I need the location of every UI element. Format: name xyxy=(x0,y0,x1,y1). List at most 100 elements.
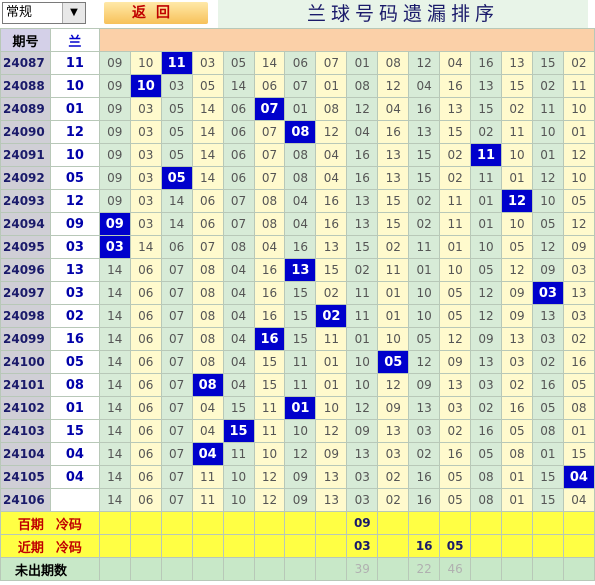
omission-cell: 14 xyxy=(98,465,131,489)
omission-cell: 05 xyxy=(501,235,533,259)
omission-cell: 12 xyxy=(377,373,410,397)
omission-cell: 09 xyxy=(408,373,441,397)
table-row: 24094 09 09 03 14 06 07 08 04 16 13 15 02 11 01 10 05 12 xyxy=(0,212,595,236)
omission-cell: 13 xyxy=(346,189,379,213)
omission-cell: 16 xyxy=(253,258,286,282)
omission-cell: 13 xyxy=(531,304,564,328)
blue-number: 12 xyxy=(49,189,100,213)
omission-cell: 01 xyxy=(346,51,379,75)
unshown-value xyxy=(222,557,255,581)
omission-cell: 08 xyxy=(191,350,224,374)
omission-cell: 15 xyxy=(315,258,348,282)
omission-cell: 09 xyxy=(98,189,131,213)
omission-cell: 03 xyxy=(439,396,472,420)
omission-cell: 11 xyxy=(191,488,224,512)
omission-cell: 14 xyxy=(98,304,131,328)
omission-cell: 16 xyxy=(470,419,503,443)
omission-cell: 06 xyxy=(129,488,162,512)
blue-number: 04 xyxy=(49,465,100,489)
omission-cell: 09 xyxy=(346,419,379,443)
table-row: 24097 03 14 06 07 08 04 16 15 02 11 01 10 05 12 09 03 13 xyxy=(0,281,595,305)
omission-cell: 08 xyxy=(377,51,410,75)
omission-cell: 13 xyxy=(315,488,348,512)
omission-cell: 12 xyxy=(562,143,595,167)
omission-cell: 04 xyxy=(377,97,410,121)
unshown-value: 39 xyxy=(346,557,379,581)
omission-cell: 09 xyxy=(315,442,348,466)
unshown-value xyxy=(531,557,564,581)
recent-cold-row-value xyxy=(129,534,162,558)
omission-cell: 14 xyxy=(191,120,224,144)
omission-cell: 04 xyxy=(315,143,348,167)
omission-cell: 16 xyxy=(439,442,472,466)
omission-cell: 09 xyxy=(284,488,317,512)
hit-cell: 10 xyxy=(129,74,162,98)
omission-cell: 08 xyxy=(253,212,286,236)
hundred-cold-row-value xyxy=(439,511,472,535)
omission-cell: 01 xyxy=(562,120,595,144)
omission-cell: 08 xyxy=(531,419,564,443)
issue-number: 24103 xyxy=(0,419,51,443)
omission-cell: 11 xyxy=(284,350,317,374)
omission-cell: 02 xyxy=(470,120,503,144)
omission-cell: 03 xyxy=(531,327,564,351)
omission-cell: 07 xyxy=(253,166,286,190)
hit-cell: 12 xyxy=(501,189,533,213)
omission-cell: 04 xyxy=(222,304,255,328)
omission-cell: 03 xyxy=(346,488,379,512)
omission-cell: 12 xyxy=(346,396,379,420)
unshown-value xyxy=(377,557,410,581)
chevron-down-icon[interactable]: ▼ xyxy=(62,3,85,23)
blue-number: 12 xyxy=(49,120,100,144)
hit-cell: 16 xyxy=(253,327,286,351)
omission-cell: 11 xyxy=(346,304,379,328)
back-button[interactable]: 返回 xyxy=(104,2,208,24)
omission-cell: 02 xyxy=(439,419,472,443)
omission-cell: 01 xyxy=(377,281,410,305)
omission-cell: 03 xyxy=(562,304,595,328)
hit-cell: 08 xyxy=(284,120,317,144)
omission-cell: 13 xyxy=(501,51,533,75)
mode-select[interactable]: 常规 ▼ xyxy=(2,2,86,24)
omission-cell: 16 xyxy=(439,74,472,98)
hundred-cold-row-value xyxy=(377,511,410,535)
omission-cell: 09 xyxy=(98,166,131,190)
recent-cold-row-value xyxy=(253,534,286,558)
omission-cell: 10 xyxy=(470,235,503,259)
hit-cell: 01 xyxy=(284,396,317,420)
omission-cell: 11 xyxy=(501,120,533,144)
omission-cell: 03 xyxy=(191,51,224,75)
blue-number: 05 xyxy=(49,350,100,374)
omission-cell: 16 xyxy=(408,488,441,512)
unshown-value xyxy=(160,557,193,581)
omission-cell: 04 xyxy=(315,166,348,190)
omission-cell: 01 xyxy=(531,143,564,167)
recent-cold-row: 近期 冷码 03 16 05 xyxy=(0,534,595,558)
omission-cell: 10 xyxy=(284,419,317,443)
omission-cell: 15 xyxy=(531,51,564,75)
issue-number: 24099 xyxy=(0,327,51,351)
omission-cell: 04 xyxy=(253,235,286,259)
omission-cell: 02 xyxy=(408,212,441,236)
hundred-cold-row-value xyxy=(253,511,286,535)
omission-cell: 13 xyxy=(346,212,379,236)
hundred-cold-row-value xyxy=(191,511,224,535)
omission-cell: 01 xyxy=(501,465,533,489)
omission-cell: 04 xyxy=(222,281,255,305)
omission-cell: 13 xyxy=(470,350,503,374)
omission-cell: 01 xyxy=(470,189,503,213)
omission-cell: 05 xyxy=(562,373,595,397)
omission-cell: 12 xyxy=(408,51,441,75)
omission-cell: 07 xyxy=(160,465,193,489)
omission-cell: 07 xyxy=(191,235,224,259)
omission-cell: 01 xyxy=(315,373,348,397)
recent-cold-row-value xyxy=(315,534,348,558)
omission-cell: 07 xyxy=(160,488,193,512)
omission-cell: 08 xyxy=(470,488,503,512)
omission-cell: 07 xyxy=(160,304,193,328)
omission-cell: 08 xyxy=(191,304,224,328)
omission-cell: 05 xyxy=(470,258,503,282)
omission-cell: 12 xyxy=(470,281,503,305)
hit-cell: 03 xyxy=(531,281,564,305)
omission-cell: 14 xyxy=(98,327,131,351)
